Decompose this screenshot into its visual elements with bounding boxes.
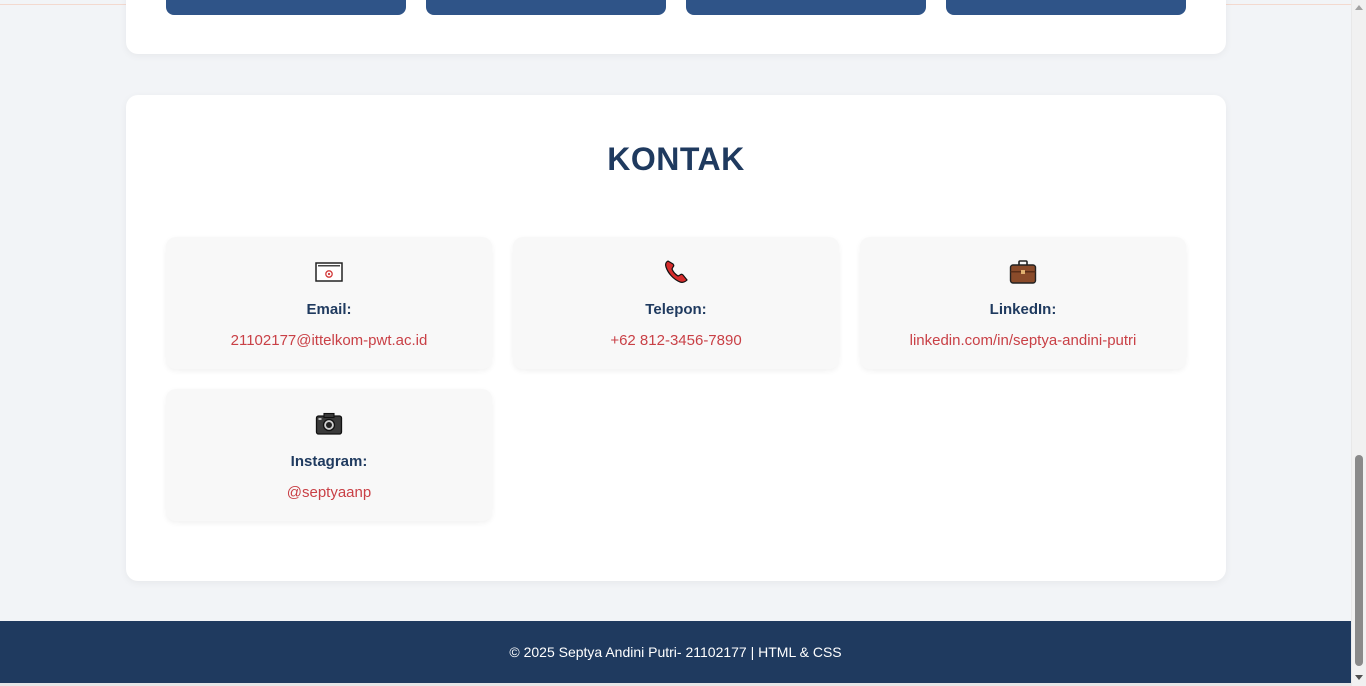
section-title: KONTAK <box>607 141 745 177</box>
linkedin-label: LinkedIn: <box>989 301 1057 318</box>
telepon-link[interactable]: +62 812-3456-7890 <box>513 332 839 349</box>
camera-icon <box>166 411 492 437</box>
previous-section-button-3[interactable] <box>686 0 926 15</box>
instagram-link[interactable]: @septyaanp <box>166 484 492 501</box>
telephone-icon <box>513 259 839 285</box>
previous-section-button-1[interactable] <box>166 0 406 15</box>
contact-item-telepon: Telepon: +62 812-3456-7890 <box>513 237 839 369</box>
instagram-label: Instagram: <box>290 453 368 470</box>
previous-section-button-4[interactable] <box>946 0 1186 15</box>
contact-item-email: Email: 21102177@ittelkom-pwt.ac.id <box>166 237 492 369</box>
contact-item-instagram: Instagram: @septyaanp <box>166 389 492 521</box>
contact-section: KONTAK Email: 21102177@ittelkom-pwt.ac.i… <box>126 95 1226 581</box>
email-link[interactable]: 21102177@ittelkom-pwt.ac.id <box>166 332 492 349</box>
envelope-icon <box>166 259 492 285</box>
footer-text: © 2025 Septya Andini Putri- 21102177 | H… <box>509 644 842 660</box>
contact-item-linkedin: LinkedIn: linkedin.com/in/septya-andini-… <box>860 237 1186 369</box>
briefcase-icon <box>860 259 1186 285</box>
email-label: Email: <box>306 301 352 318</box>
vertical-scrollbar[interactable] <box>1351 0 1366 686</box>
telepon-label: Telepon: <box>645 301 707 318</box>
footer: © 2025 Septya Andini Putri- 21102177 | H… <box>0 621 1351 683</box>
scroll-thumb[interactable] <box>1355 455 1363 666</box>
scroll-up-arrow-icon[interactable] <box>1355 5 1363 10</box>
linkedin-link[interactable]: linkedin.com/in/septya-andini-putri <box>860 332 1186 349</box>
previous-section-button-2[interactable] <box>426 0 666 15</box>
scroll-down-arrow-icon[interactable] <box>1355 675 1363 680</box>
page: KONTAK Email: 21102177@ittelkom-pwt.ac.i… <box>0 0 1366 686</box>
previous-section-card <box>126 0 1226 54</box>
